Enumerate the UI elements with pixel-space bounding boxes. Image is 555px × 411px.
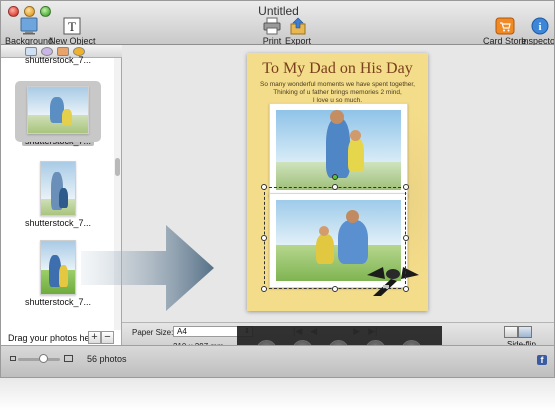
selection-box[interactable] <box>264 187 406 289</box>
paper-size-label: Paper Size: <box>132 328 174 337</box>
background-icon <box>20 17 38 35</box>
resize-handle[interactable] <box>261 235 267 241</box>
resize-handle[interactable] <box>332 286 338 292</box>
slider-knob[interactable] <box>38 354 48 363</box>
photo-image <box>40 161 76 216</box>
top-flip-icon[interactable] <box>504 326 518 338</box>
printer-icon <box>263 17 281 35</box>
photo-thumbnail[interactable]: shutterstock_7... <box>19 161 97 228</box>
photo-image <box>40 240 76 295</box>
facebook-icon[interactable]: f <box>537 355 547 365</box>
svg-text:i: i <box>538 21 541 33</box>
resize-handle[interactable] <box>261 286 267 292</box>
resize-handle[interactable] <box>332 184 338 190</box>
resize-handle[interactable] <box>403 286 409 292</box>
resize-handle[interactable] <box>261 184 267 190</box>
info-icon: i <box>531 17 549 35</box>
export-icon <box>290 17 306 35</box>
flip-mode-toggle[interactable] <box>504 326 532 338</box>
card-title[interactable]: To My Dad on His Day <box>247 60 428 78</box>
inspector-button[interactable]: i Inspector <box>521 17 554 46</box>
drag-direction-arrow <box>81 225 214 311</box>
remove-photo-button[interactable]: − <box>101 331 114 344</box>
status-bar <box>1 345 554 377</box>
photo-thumbnail[interactable]: shutterstock_7... <box>19 53 97 65</box>
card-store-button[interactable]: Card Store <box>483 17 527 46</box>
photo-caption: shutterstock_7... <box>24 55 92 65</box>
app-window: Untitled Background T New Object Print E… <box>0 0 555 378</box>
window-title: Untitled <box>258 4 299 18</box>
small-thumbnail-icon <box>10 356 16 361</box>
resize-handle[interactable] <box>403 235 409 241</box>
card-photo-top[interactable] <box>269 103 408 197</box>
photo-count: 56 photos <box>87 354 127 364</box>
drag-photos-hint: Drag your photos here <box>8 333 98 343</box>
rotate-handle[interactable] <box>332 174 338 180</box>
large-thumbnail-icon <box>64 355 73 362</box>
paper-size-value: A4 <box>177 327 187 336</box>
scrollbar-thumb[interactable] <box>115 158 120 176</box>
toolbar: Untitled Background T New Object Print E… <box>1 1 554 46</box>
svg-text:T: T <box>68 19 76 34</box>
card-subtitle[interactable]: So many wonderful moments we have spent … <box>257 81 418 105</box>
side-flip-icon[interactable] <box>518 326 532 338</box>
new-object-button[interactable]: T New Object <box>49 17 96 46</box>
print-button[interactable]: Print <box>262 17 282 46</box>
photo-image <box>27 86 89 134</box>
window-reflection <box>0 378 555 411</box>
shopping-cart-icon <box>495 17 515 35</box>
add-photo-button[interactable]: + <box>88 331 101 344</box>
photo-thumbnail-selected[interactable]: shutterstock_7... <box>15 81 101 146</box>
text-object-icon: T <box>63 17 81 35</box>
background-button[interactable]: Background <box>5 17 53 46</box>
sidebar-footer: Drag your photos here + − <box>1 330 122 346</box>
export-button[interactable]: Export <box>285 17 311 46</box>
photo-image <box>276 110 401 190</box>
resize-handle[interactable] <box>403 184 409 190</box>
